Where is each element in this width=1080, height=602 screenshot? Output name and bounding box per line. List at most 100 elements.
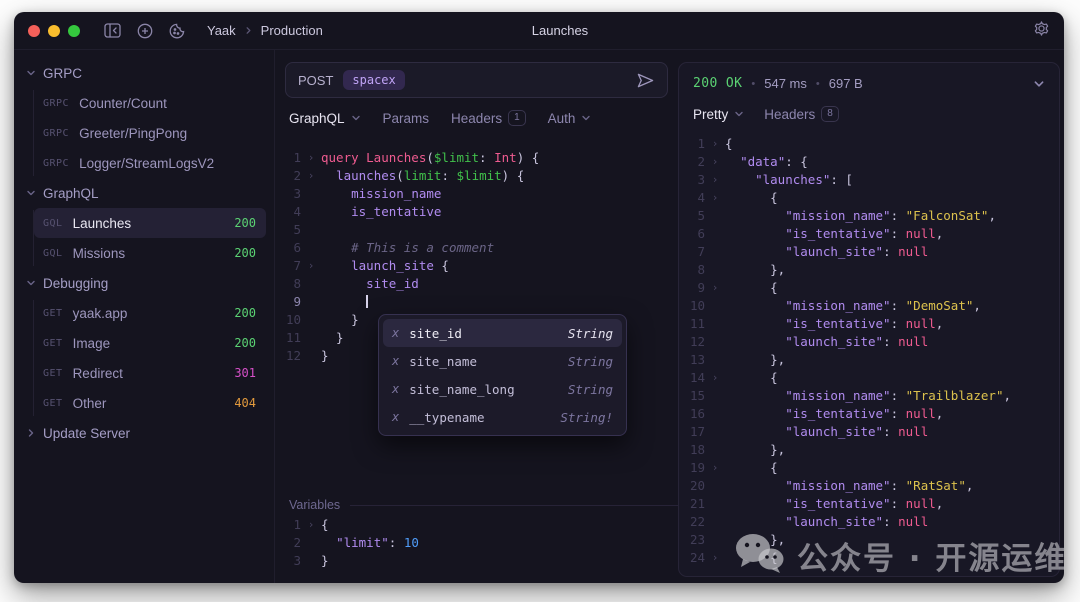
field-name: site_id (409, 326, 462, 341)
status-code-badge: 200 (234, 306, 256, 320)
request-method-label: GET (43, 398, 63, 409)
sidebar-section-graphql[interactable]: GraphQL (14, 178, 274, 208)
fold-toggle-icon[interactable]: › (705, 549, 725, 567)
close-window-button[interactable] (28, 25, 40, 37)
sidebar-item-logger-streamlogsv2[interactable]: GRPCLogger/StreamLogsV2 (34, 148, 266, 178)
tab-headers[interactable]: Headers8 (764, 106, 839, 122)
request-method-label: GQL (43, 248, 63, 259)
autocomplete-item-__typename[interactable]: x__typenameString! (383, 403, 622, 431)
fold-toggle-icon[interactable]: › (705, 459, 725, 477)
field-type: String (568, 326, 613, 341)
fold-toggle-icon[interactable]: › (301, 257, 321, 275)
sidebar-item-yaak-app[interactable]: GETyaak.app200 (34, 298, 266, 328)
code-line[interactable]: 14› { (679, 369, 1059, 387)
response-body-viewer[interactable]: 1›{2› "data": {3› "launches": [4› {5 "mi… (679, 135, 1059, 567)
sidebar-item-launches[interactable]: GQLLaunches200 (34, 208, 266, 238)
environment-name[interactable]: Production (261, 23, 323, 38)
line-number: 13 (679, 351, 705, 369)
sidebar-section-label: Debugging (43, 276, 108, 291)
fold-toggle-icon[interactable]: › (301, 516, 321, 534)
code-text: "is_tentative": null, (725, 405, 943, 423)
line-number: 3 (679, 171, 705, 189)
line-number: 10 (275, 311, 301, 329)
workspace-name[interactable]: Yaak (207, 23, 236, 38)
code-line[interactable]: 21 "is_tentative": null, (679, 495, 1059, 513)
response-options-chevron-icon[interactable] (1033, 78, 1045, 90)
code-line[interactable]: 9› { (679, 279, 1059, 297)
fold-toggle-icon[interactable]: › (705, 369, 725, 387)
sidebar-item-redirect[interactable]: GETRedirect301 (34, 358, 266, 388)
watermark: 公众号 · 开源运维 (733, 532, 1067, 579)
request-method-label: GRPC (43, 128, 69, 139)
autocomplete-item-site_name[interactable]: xsite_nameString (383, 347, 622, 375)
fold-toggle-icon[interactable]: › (705, 171, 725, 189)
code-line[interactable]: 10 "mission_name": "DemoSat", (679, 297, 1059, 315)
code-line[interactable]: 11 "is_tentative": null, (679, 315, 1059, 333)
tab-label: Headers (451, 111, 502, 126)
code-line[interactable]: 2› "data": { (679, 153, 1059, 171)
code-line[interactable]: 16 "is_tentative": null, (679, 405, 1059, 423)
code-line[interactable]: 19› { (679, 459, 1059, 477)
add-request-icon[interactable] (137, 23, 153, 39)
code-line[interactable]: 12 "launch_site": null (679, 333, 1059, 351)
tab-params[interactable]: Params (383, 110, 430, 126)
code-line[interactable]: 18 }, (679, 441, 1059, 459)
sidebar-item-image[interactable]: GETImage200 (34, 328, 266, 358)
status-code-badge: 200 (234, 246, 256, 260)
code-line[interactable]: 15 "mission_name": "Trailblazer", (679, 387, 1059, 405)
line-number: 23 (679, 531, 705, 549)
tab-pretty[interactable]: Pretty (693, 106, 744, 122)
chevron-right-icon (26, 428, 36, 438)
code-line[interactable]: 22 "launch_site": null (679, 513, 1059, 531)
code-line[interactable]: 13 }, (679, 351, 1059, 369)
tab-auth[interactable]: Auth (548, 110, 592, 126)
sidebar-section-grpc[interactable]: GRPC (14, 58, 274, 88)
request-url[interactable]: spacex (343, 70, 404, 90)
tab-headers[interactable]: Headers1 (451, 110, 526, 126)
sidebar-item-greeter-pingpong[interactable]: GRPCGreeter/PingPong (34, 118, 266, 148)
code-line[interactable]: 1›{ (679, 135, 1059, 153)
fold-toggle-icon[interactable]: › (705, 153, 725, 171)
autocomplete-item-site_id[interactable]: xsite_idString (383, 319, 622, 347)
sidebar-item-other[interactable]: GETOther404 (34, 388, 266, 418)
fold-toggle-icon[interactable]: › (705, 189, 725, 207)
line-number: 24 (679, 549, 705, 567)
window-title: Launches (532, 23, 588, 38)
code-text: } (321, 347, 329, 365)
maximize-window-button[interactable] (68, 25, 80, 37)
fold-toggle-icon[interactable]: › (301, 149, 321, 167)
fold-toggle-icon[interactable]: › (705, 135, 725, 153)
request-name: Logger/StreamLogsV2 (79, 156, 214, 171)
sidebar-section-items: GETyaak.app200GETImage200GETRedirect301G… (14, 298, 274, 418)
code-line[interactable]: 3› "launches": [ (679, 171, 1059, 189)
autocomplete-item-site_name_long[interactable]: xsite_name_longString (383, 375, 622, 403)
request-method: POST (298, 73, 333, 88)
send-request-icon[interactable] (636, 72, 655, 89)
tab-graphql[interactable]: GraphQL (289, 110, 361, 126)
sidebar-section-debugging[interactable]: Debugging (14, 268, 274, 298)
sidebar-toggle-icon[interactable] (104, 23, 121, 39)
cookies-icon[interactable] (169, 23, 185, 39)
sidebar-item-counter-count[interactable]: GRPCCounter/Count (34, 88, 266, 118)
fold-toggle-icon[interactable]: › (301, 167, 321, 185)
settings-gear-icon[interactable] (1033, 20, 1050, 42)
minimize-window-button[interactable] (48, 25, 60, 37)
gutter-spacer (301, 203, 321, 221)
sidebar-item-missions[interactable]: GQLMissions200 (34, 238, 266, 268)
code-line[interactable]: 5 "mission_name": "FalconSat", (679, 207, 1059, 225)
line-number: 19 (679, 459, 705, 477)
url-bar[interactable]: POST spacex (285, 62, 668, 98)
code-line[interactable]: 8 }, (679, 261, 1059, 279)
line-number: 7 (679, 243, 705, 261)
code-text: "is_tentative": null, (725, 225, 943, 243)
code-line[interactable]: 6 "is_tentative": null, (679, 225, 1059, 243)
code-line[interactable]: 7 "launch_site": null (679, 243, 1059, 261)
fold-toggle-icon[interactable]: › (705, 279, 725, 297)
code-line[interactable]: 17 "launch_site": null (679, 423, 1059, 441)
sidebar-section-update-server[interactable]: Update Server (14, 418, 274, 448)
line-number: 1 (275, 516, 301, 534)
code-line[interactable]: 20 "mission_name": "RatSat", (679, 477, 1059, 495)
code-line[interactable]: 4› { (679, 189, 1059, 207)
field-name: site_name (409, 354, 477, 369)
line-number: 1 (679, 135, 705, 153)
